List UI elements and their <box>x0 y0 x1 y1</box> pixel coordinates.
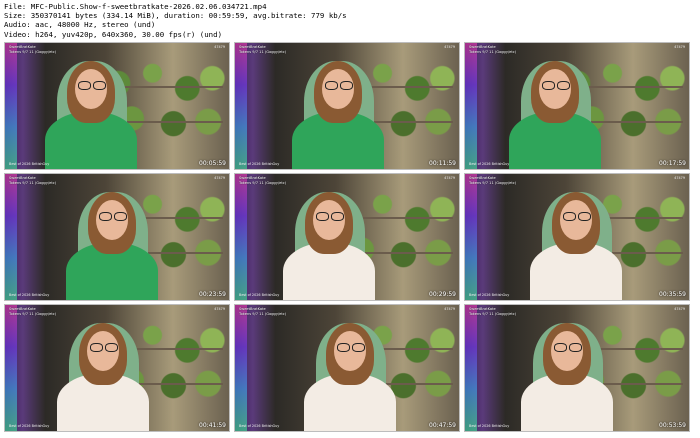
timestamp: 00:23:59 <box>199 291 226 298</box>
timestamp: 00:11:59 <box>429 160 456 167</box>
tip-goal: Tokens 9/7 11 (Goggy/etc) <box>469 311 517 316</box>
video-thumbnail[interactable]: SweetBratKate Tokens 9/7 11 (Goggy/etc) … <box>4 173 230 301</box>
rgb-light <box>465 43 477 169</box>
stream-overlay: SweetBratKate Tokens 9/7 11 (Goggy/etc) <box>9 176 56 185</box>
rgb-light <box>235 305 247 431</box>
file-name-line: File: MFC-Public.Show-f-sweetbratkate-20… <box>4 2 267 11</box>
thumbnail-grid: SweetBratKate Tokens 9/7 11 (Goggy/etc) … <box>4 42 696 432</box>
glasses <box>114 212 127 221</box>
video-thumbnail[interactable]: SweetBratKate Tokens 9/7 11 (Goggy/etc) … <box>234 42 460 170</box>
rgb-light <box>5 305 17 431</box>
video-info-line: Video: h264, yuv420p, 640x360, 30.00 fps… <box>4 29 223 39</box>
stream-overlay: SweetBratKate Tokens 9/7 11 (Goggy/etc) <box>9 307 56 316</box>
glasses <box>569 343 582 352</box>
timestamp: 00:53:59 <box>659 422 686 429</box>
glasses <box>99 212 112 221</box>
rgb-light <box>5 174 17 300</box>
glasses <box>316 212 329 221</box>
viewer-counter: 47479 <box>214 307 225 311</box>
glasses <box>340 81 353 90</box>
tip-goal: Tokens 9/7 11 (Goggy/etc) <box>469 49 517 54</box>
glasses <box>93 81 106 90</box>
glasses <box>563 212 576 221</box>
glasses <box>78 81 91 90</box>
timestamp: 00:17:59 <box>659 160 686 167</box>
watermark: Best of 2026 BritishGuy <box>469 424 510 428</box>
tip-goal: Tokens 9/7 11 (Goggy/etc) <box>239 311 287 316</box>
file-size-line: Size: 350370141 bytes (334.14 MiB), dura… <box>4 11 347 21</box>
rgb-light <box>465 305 477 431</box>
timestamp: 00:41:59 <box>199 422 226 429</box>
glasses <box>557 81 570 90</box>
viewer-counter: 47479 <box>444 176 455 180</box>
tip-goal: Tokens 9/7 11 (Goggy/etc) <box>239 49 287 54</box>
stream-overlay: SweetBratKate Tokens 9/7 11 (Goggy/etc) <box>239 176 286 185</box>
rgb-light <box>235 174 247 300</box>
viewer-counter: 47479 <box>214 45 225 49</box>
viewer-counter: 47479 <box>444 45 455 49</box>
tip-goal: Tokens 9/7 11 (Goggy/etc) <box>9 49 57 54</box>
timestamp: 00:47:59 <box>429 422 456 429</box>
tip-goal: Tokens 9/7 11 (Goggy/etc) <box>239 180 287 185</box>
glasses <box>325 81 338 90</box>
file-info-header: File: MFC-Public.Show-f-sweetbratkate-20… <box>4 2 696 39</box>
watermark: Best of 2026 BritishGuy <box>239 424 280 428</box>
stream-overlay: SweetBratKate Tokens 9/7 11 (Goggy/etc) <box>469 176 516 185</box>
glasses <box>578 212 591 221</box>
viewer-counter: 47479 <box>444 307 455 311</box>
rgb-light <box>235 43 247 169</box>
glasses <box>337 343 350 352</box>
stream-overlay: SweetBratKate Tokens 9/7 11 (Goggy/etc) <box>469 307 516 316</box>
video-thumbnail[interactable]: SweetBratKate Tokens 9/7 11 (Goggy/etc) … <box>234 304 460 432</box>
video-thumbnail[interactable]: SweetBratKate Tokens 9/7 11 (Goggy/etc) … <box>4 42 230 170</box>
glasses <box>90 343 103 352</box>
viewer-counter: 47479 <box>214 176 225 180</box>
timestamp: 00:35:59 <box>659 291 686 298</box>
tip-goal: Tokens 9/7 11 (Goggy/etc) <box>9 180 57 185</box>
video-thumbnail[interactable]: SweetBratKate Tokens 9/7 11 (Goggy/etc) … <box>464 304 690 432</box>
glasses <box>352 343 365 352</box>
timestamp: 00:05:59 <box>199 160 226 167</box>
viewer-counter: 47479 <box>674 176 685 180</box>
glasses <box>554 343 567 352</box>
watermark: Best of 2026 BritishGuy <box>9 162 50 166</box>
video-thumbnail[interactable]: SweetBratKate Tokens 9/7 11 (Goggy/etc) … <box>464 42 690 170</box>
watermark: Best of 2026 BritishGuy <box>9 424 50 428</box>
glasses <box>331 212 344 221</box>
rgb-light <box>465 174 477 300</box>
stream-overlay: SweetBratKate Tokens 9/7 11 (Goggy/etc) <box>9 45 56 54</box>
glasses <box>105 343 118 352</box>
stream-overlay: SweetBratKate Tokens 9/7 11 (Goggy/etc) <box>469 45 516 54</box>
watermark: Best of 2026 BritishGuy <box>9 293 50 297</box>
glasses <box>542 81 555 90</box>
video-thumbnail[interactable]: SweetBratKate Tokens 9/7 11 (Goggy/etc) … <box>4 304 230 432</box>
timestamp: 00:29:59 <box>429 291 456 298</box>
viewer-counter: 47479 <box>674 307 685 311</box>
viewer-counter: 47479 <box>674 45 685 49</box>
video-thumbnail[interactable]: SweetBratKate Tokens 9/7 11 (Goggy/etc) … <box>464 173 690 301</box>
video-thumbnail[interactable]: SweetBratKate Tokens 9/7 11 (Goggy/etc) … <box>234 173 460 301</box>
watermark: Best of 2026 BritishGuy <box>469 293 510 297</box>
rgb-light <box>5 43 17 169</box>
watermark: Best of 2026 BritishGuy <box>239 293 280 297</box>
tip-goal: Tokens 9/7 11 (Goggy/etc) <box>9 311 57 316</box>
stream-overlay: SweetBratKate Tokens 9/7 11 (Goggy/etc) <box>239 45 286 54</box>
tip-goal: Tokens 9/7 11 (Goggy/etc) <box>469 180 517 185</box>
audio-info-line: Audio: aac, 48000 Hz, stereo (und) <box>4 20 156 30</box>
watermark: Best of 2026 BritishGuy <box>469 162 510 166</box>
stream-overlay: SweetBratKate Tokens 9/7 11 (Goggy/etc) <box>239 307 286 316</box>
watermark: Best of 2026 BritishGuy <box>239 162 280 166</box>
